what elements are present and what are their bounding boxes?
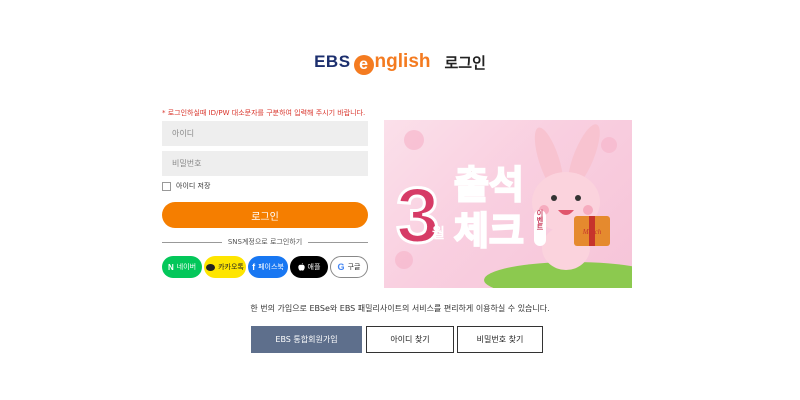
save-id-checkbox[interactable] xyxy=(162,181,171,191)
google-icon: G xyxy=(337,262,345,272)
find-id-button[interactable]: 아이디 찾기 xyxy=(366,326,454,353)
apple-label: 애플 xyxy=(307,263,321,271)
password-input-placeholder: 비밀번호 xyxy=(172,159,202,168)
naver-label: 네이버 xyxy=(176,263,197,271)
banner-number-3: 3 xyxy=(396,171,439,259)
sns-divider-text: SNS계정으로 로그인하기 xyxy=(227,238,303,246)
divider-line-right xyxy=(308,241,368,243)
sns-divider: SNS계정으로 로그인하기 xyxy=(162,237,368,247)
page-title: 로그인 xyxy=(444,53,486,72)
google-label: 구글 xyxy=(347,263,361,271)
ebs-english-logo[interactable]: EBS e nglish xyxy=(314,51,431,75)
rabbit-eye-left xyxy=(551,195,557,201)
id-input-placeholder: 아이디 xyxy=(172,129,195,138)
banner-line2: 체크 xyxy=(454,209,524,253)
event-tag-text: 이벤트 xyxy=(536,209,544,231)
apple-icon xyxy=(297,263,305,271)
banner-line1: 출석 xyxy=(454,163,524,207)
ebs-join-button[interactable]: EBS 통합회원가입 xyxy=(251,326,362,353)
rabbit-cheek-right xyxy=(583,205,593,215)
banner-illustration: March 3 월 출석 체크 이벤트 xyxy=(395,124,632,288)
kakao-icon xyxy=(206,263,216,271)
divider-line-left xyxy=(162,241,222,243)
logo-nglish-text: nglish xyxy=(374,51,431,72)
facebook-label: 페이스북 xyxy=(258,263,284,271)
facebook-icon: f xyxy=(252,262,256,272)
google-login-button[interactable]: G 구글 xyxy=(330,256,368,278)
rabbit-eye-right xyxy=(575,195,581,201)
login-button[interactable]: 로그인 xyxy=(162,202,368,228)
blossom-1 xyxy=(404,130,424,150)
naver-icon: N xyxy=(167,262,174,272)
save-id-row: 아이디 저장 xyxy=(162,181,210,191)
logo-ebs-text: EBS xyxy=(314,52,351,71)
gift-label: March xyxy=(582,228,602,236)
kakao-login-button[interactable]: 카카오톡 xyxy=(204,256,246,278)
apple-login-button[interactable]: 애플 xyxy=(290,256,328,278)
naver-login-button[interactable]: N 네이버 xyxy=(162,256,202,278)
family-site-info: 한 번의 가입으로 EBSe와 EBS 패밀리사이트의 서비스를 편리하게 이용… xyxy=(250,304,550,313)
kakao-label: 카카오톡 xyxy=(218,263,244,271)
save-id-label[interactable]: 아이디 저장 xyxy=(176,181,210,191)
page-header: EBS e nglish 로그인 xyxy=(0,50,800,75)
password-input[interactable]: 비밀번호 xyxy=(162,151,368,176)
banner-month-suffix: 월 xyxy=(432,225,445,242)
id-input[interactable]: 아이디 xyxy=(162,121,368,146)
logo-e-mark: e xyxy=(353,55,374,75)
case-sensitivity-notice: * 로그인하실때 ID/PW 대소문자를 구분하여 입력해 주시기 바랍니다. xyxy=(162,109,366,117)
blossom-2 xyxy=(601,137,617,153)
facebook-login-button[interactable]: f 페이스북 xyxy=(248,256,288,278)
find-password-button[interactable]: 비밀번호 찾기 xyxy=(457,326,543,353)
attendance-event-banner[interactable]: March 3 월 출석 체크 이벤트 xyxy=(384,120,632,288)
